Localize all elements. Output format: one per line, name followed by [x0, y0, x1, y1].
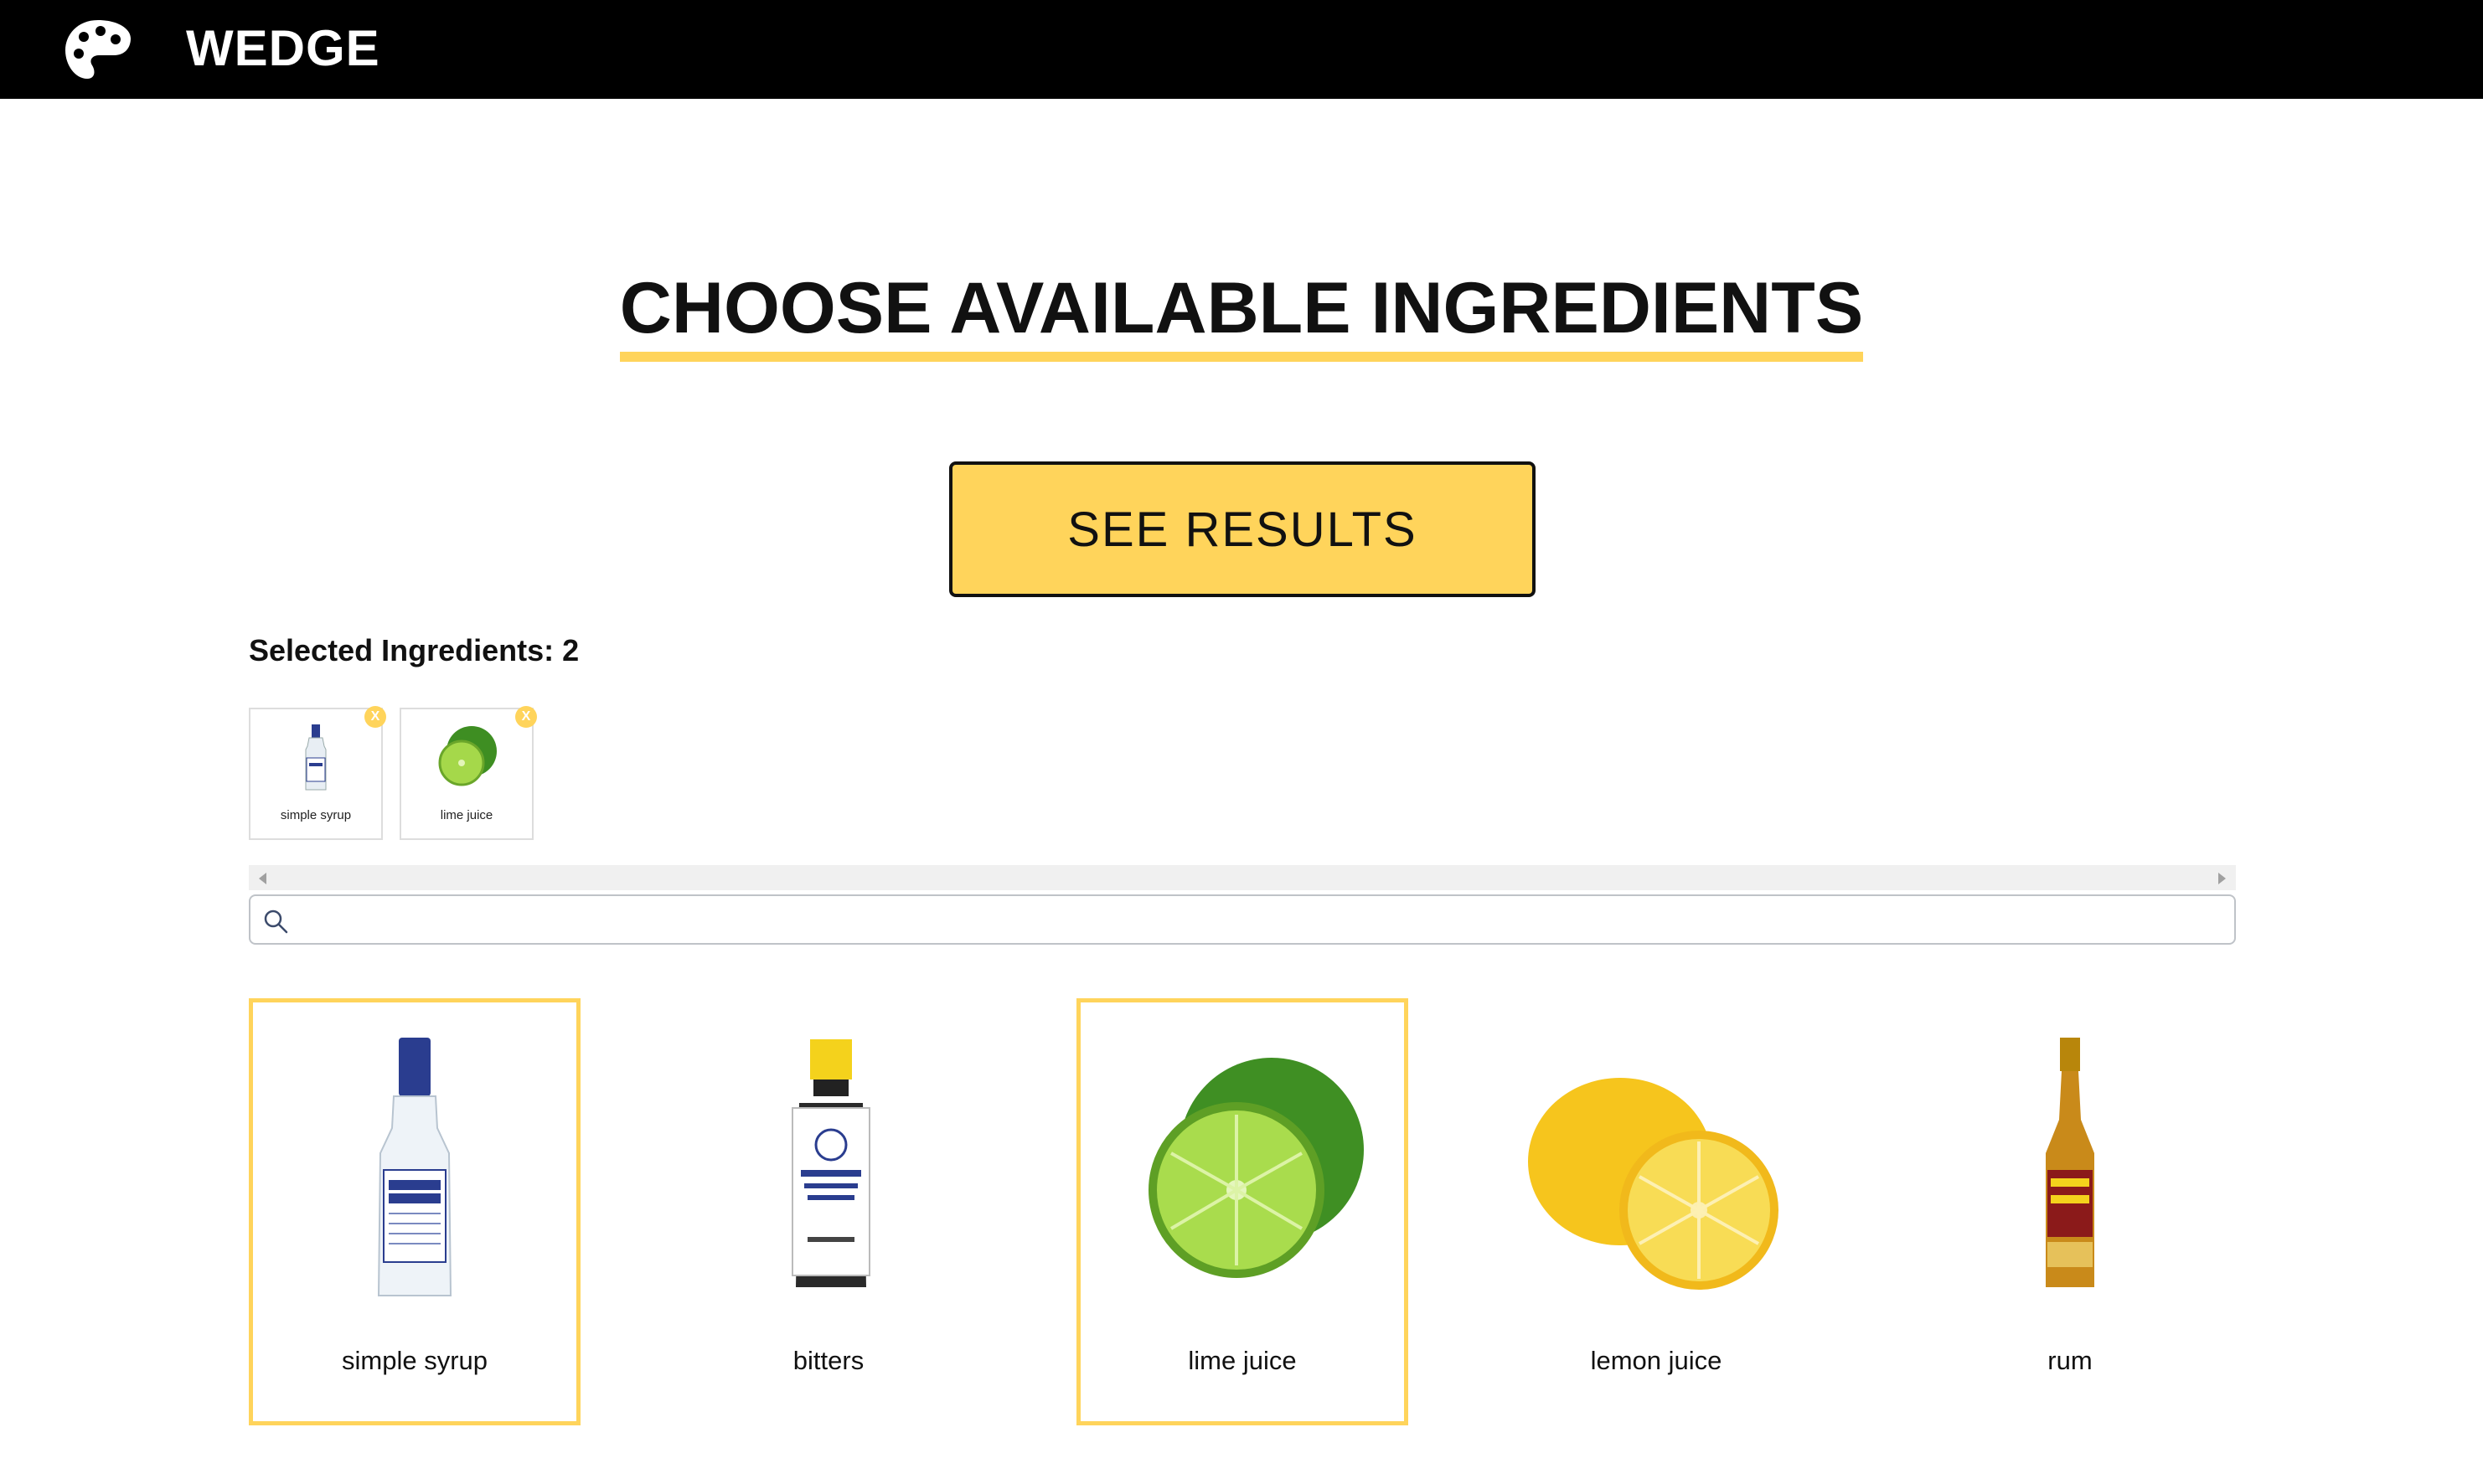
lemon-icon — [1528, 1078, 1778, 1290]
palette-icon[interactable] — [62, 17, 134, 82]
ingredient-card-lime-juice[interactable]: lime juice — [1076, 998, 1408, 1425]
lime-icon — [438, 726, 497, 786]
scroll-left-arrow-icon[interactable] — [259, 873, 266, 884]
scroll-right-arrow-icon[interactable] — [2218, 873, 2226, 884]
bitters-bottle-icon — [792, 1039, 870, 1287]
ingredient-label: lime juice — [1188, 1346, 1297, 1375]
ingredient-label: bitters — [792, 1346, 865, 1375]
ingredient-card-lemon-juice[interactable]: lemon juice — [1490, 998, 1822, 1425]
chips-horizontal-scrollbar[interactable] — [249, 865, 2236, 890]
brand-name[interactable]: WEDGE — [186, 15, 380, 82]
top-nav-bar: WEDGE — [0, 0, 2483, 99]
ingredient-label: lemon juice — [1590, 1346, 1722, 1375]
ingredient-card-rum[interactable]: rum — [1904, 998, 2236, 1425]
search-icon — [264, 909, 288, 934]
rum-bottle-icon — [2046, 1038, 2094, 1287]
selected-chip-simple-syrup: simple syrup X — [249, 706, 386, 840]
selected-chip-lime-juice: lime juice X — [400, 706, 537, 840]
ingredient-label: simple syrup — [342, 1346, 488, 1375]
syrup-bottle-icon — [377, 1038, 452, 1296]
lime-icon — [1149, 1058, 1364, 1278]
selected-ingredients-count: Selected Ingredients: 2 — [249, 633, 580, 667]
see-results-button[interactable]: SEE RESULTS — [949, 461, 1536, 597]
page-title-text: CHOOSE AVAILABLE INGREDIENTS — [619, 266, 1864, 362]
page-title: CHOOSE AVAILABLE INGREDIENTS — [0, 266, 2483, 362]
chip-label: lime juice — [440, 808, 493, 822]
ingredient-search-box[interactable] — [249, 894, 2236, 945]
chip-label: simple syrup — [280, 808, 352, 822]
ingredient-card-simple-syrup[interactable]: simple syrup — [249, 998, 581, 1425]
ingredient-label: rum — [2047, 1346, 2093, 1375]
remove-chip-button[interactable]: X — [515, 706, 537, 728]
syrup-bottle-icon — [305, 724, 327, 791]
remove-chip-button[interactable]: X — [364, 706, 386, 728]
ingredient-card-bitters[interactable]: bitters — [663, 998, 994, 1425]
search-input[interactable] — [301, 903, 2219, 936]
